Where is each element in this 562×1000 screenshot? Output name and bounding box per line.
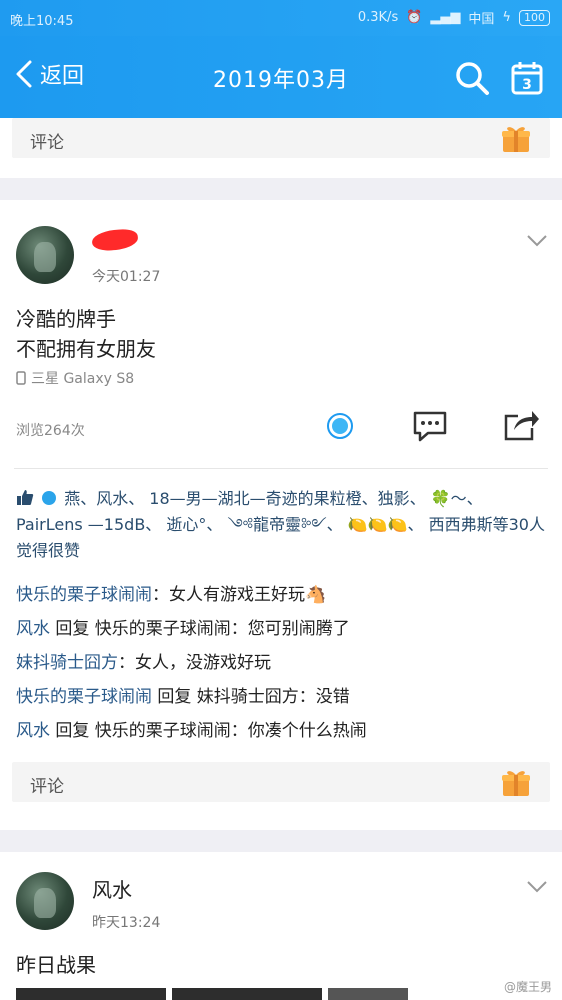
previous-post-card: 评论 — [0, 118, 562, 178]
post-time: 昨天13:24 — [92, 915, 161, 931]
commenter-name[interactable]: 风水 — [16, 721, 50, 741]
post-card: 风水 昨天13:24 昨日战果 — [0, 852, 562, 1000]
battery-icon: 100 — [519, 9, 550, 26]
share-icon[interactable] — [502, 408, 540, 442]
alarm-icon: ⏰ — [406, 10, 423, 25]
post-image[interactable] — [172, 988, 322, 1000]
comment-line[interactable]: 快乐的栗子球闹闹 回复 妹抖骑士囧方：没错 — [16, 682, 350, 707]
svg-text:3: 3 — [522, 77, 532, 93]
commenter-name[interactable]: 风水 — [16, 619, 50, 639]
thumbs-up-icon — [17, 490, 34, 505]
back-button[interactable]: 返回 — [12, 58, 84, 90]
phone-icon — [16, 371, 26, 385]
search-icon[interactable] — [454, 60, 490, 96]
post-time: 今天01:27 — [92, 269, 161, 285]
status-bar: 晚上10:45 0.3K/s ⏰ ▂▄▆ 中国 ϟ 100 — [0, 0, 562, 36]
likes-list[interactable]: 燕、风水、 18—男—湖北—奇迹的果粒橙、独影、 🍀～、PairLens —15… — [16, 486, 546, 564]
comment-line[interactable]: 风水 回复 快乐的栗子球闹闹：你凑个什么热闹 — [16, 716, 367, 741]
signal-icon: ▂▄▆ — [430, 10, 461, 25]
nav-bar: 返回 2019年03月 3 — [0, 36, 562, 118]
comment-text: 回复 快乐的栗子球闹闹：你凑个什么热闹 — [50, 721, 367, 741]
avatar[interactable] — [16, 872, 74, 930]
commenter-name[interactable]: 妹抖骑士囧方 — [16, 653, 118, 673]
comment-line[interactable]: 风水 回复 快乐的栗子球闹闹：您可别闹腾了 — [16, 614, 350, 639]
comment-text: 回复 快乐的栗子球闹闹：您可别闹腾了 — [50, 619, 350, 639]
chevron-left-icon — [16, 60, 32, 88]
status-time: 晚上10:45 — [10, 14, 74, 29]
chevron-down-icon[interactable] — [526, 234, 548, 248]
carrier-label: 中国 — [468, 12, 495, 27]
watermark: @魔王男 — [503, 980, 552, 994]
comment-label: 评论 — [30, 133, 64, 153]
back-label: 返回 — [40, 64, 85, 89]
comment-text: ：女人有游戏王好玩🐴 — [152, 585, 327, 605]
device-label: 三星 Galaxy S8 — [31, 371, 135, 387]
comment-line[interactable]: 快乐的栗子球闹闹：女人有游戏王好玩🐴 — [16, 580, 326, 605]
post-text-line: 不配拥有女朋友 — [16, 337, 156, 361]
avatar-dot — [42, 491, 57, 505]
avatar[interactable] — [16, 226, 74, 284]
record-icon[interactable] — [326, 412, 354, 440]
charging-icon: ϟ — [502, 10, 511, 25]
network-speed: 0.3K/s — [357, 10, 399, 25]
comment-icon[interactable] — [412, 410, 448, 442]
comment-text: ：女人，没游戏好玩 — [118, 653, 271, 673]
divider — [14, 468, 548, 469]
post-image[interactable] — [328, 988, 408, 1000]
comment-bar[interactable]: 评论 — [12, 762, 550, 802]
commenter-name[interactable]: 快乐的栗子球闹闹 — [16, 687, 152, 707]
gift-icon[interactable] — [500, 122, 532, 154]
post-text-line: 冷酷的牌手 — [16, 307, 116, 331]
chevron-down-icon[interactable] — [526, 880, 548, 894]
username[interactable]: 风水 — [92, 874, 132, 903]
comment-line[interactable]: 妹抖骑士囧方：女人，没游戏好玩 — [16, 648, 271, 673]
comment-text: 回复 妹抖骑士囧方：没错 — [152, 687, 350, 707]
gift-icon[interactable] — [500, 766, 532, 798]
comment-label: 评论 — [30, 777, 64, 797]
device-info: 三星 Galaxy S8 — [16, 368, 134, 388]
post-card: 今天01:27 冷酷的牌手 不配拥有女朋友 三星 Galaxy S8 浏览264… — [0, 200, 562, 830]
post-text: 昨日战果 — [16, 953, 96, 977]
likes-text: 燕、风水、 18—男—湖北—奇迹的果粒橙、独影、 🍀～、PairLens —15… — [16, 489, 545, 560]
comment-bar[interactable]: 评论 — [12, 118, 550, 158]
calendar-icon[interactable]: 3 — [510, 60, 544, 96]
post-text: 冷酷的牌手 不配拥有女朋友 — [16, 304, 156, 364]
post-image[interactable] — [16, 988, 166, 1000]
commenter-name[interactable]: 快乐的栗子球闹闹 — [16, 585, 152, 605]
status-icons: 0.3K/s ⏰ ▂▄▆ 中国 ϟ 100 — [358, 8, 550, 27]
view-count: 浏览264次 — [16, 423, 85, 439]
redacted-username — [91, 227, 139, 253]
